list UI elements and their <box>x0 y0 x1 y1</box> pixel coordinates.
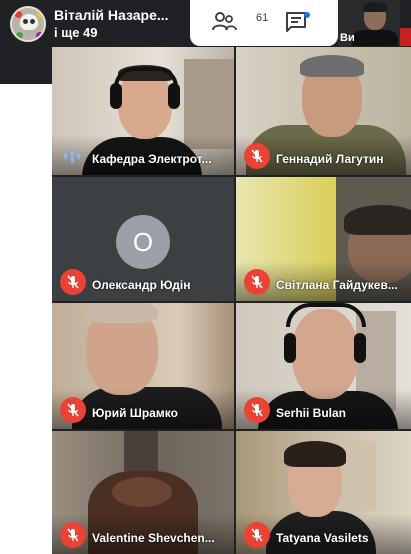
mic-off-badge <box>244 397 270 423</box>
participant-count: 61 <box>256 12 269 24</box>
more-participants-label: і ще 49 <box>54 25 98 40</box>
participant-tile[interactable]: Світлана Гайдукев... <box>236 177 411 301</box>
participant-tile[interactable]: О Олександр Юдін <box>52 177 234 301</box>
participant-name: Кафедра Электрот... <box>92 152 212 166</box>
mic-off-badge <box>244 269 270 295</box>
mic-off-icon <box>251 275 263 289</box>
participant-name: Світлана Гайдукев... <box>276 278 398 292</box>
participant-tile[interactable]: Valentine Shevchen... <box>52 431 234 554</box>
mic-off-icon <box>251 149 263 163</box>
mic-off-icon <box>67 275 79 289</box>
people-button[interactable]: 61 <box>212 10 268 36</box>
mic-off-icon <box>67 403 79 417</box>
unread-dot <box>304 12 310 18</box>
participant-name: Tatyana Vasilets <box>276 531 369 545</box>
meeting-controls: 61 <box>190 0 338 46</box>
participant-name: Valentine Shevchen... <box>92 531 215 545</box>
mic-off-badge <box>244 143 270 169</box>
mic-off-badge <box>60 522 86 548</box>
participant-name: Геннадий Лагутин <box>276 152 384 166</box>
self-view-label: Ви <box>340 32 355 44</box>
participant-name: Олександр Юдін <box>92 278 191 292</box>
presenter-name: Віталій Назаре... <box>54 7 169 23</box>
participant-avatar: О <box>116 215 170 269</box>
mic-off-icon <box>67 528 79 542</box>
presenter-chip[interactable]: Віталій Назаре... і ще 49 <box>10 6 169 42</box>
mic-off-badge <box>60 269 86 295</box>
presenter-avatar <box>10 6 46 42</box>
people-icon <box>212 12 237 31</box>
mic-off-badge <box>244 522 270 548</box>
participant-tile[interactable]: Tatyana Vasilets <box>236 431 411 554</box>
mic-off-icon <box>251 528 263 542</box>
participant-tile[interactable]: Геннадий Лагутин <box>236 47 411 175</box>
left-margin <box>0 84 52 554</box>
chat-button[interactable] <box>284 10 314 36</box>
participant-grid: Кафедра Электрот... Геннадий Лагутин О О… <box>52 47 411 554</box>
participant-tile[interactable]: Юрий Шрамко <box>52 303 234 429</box>
speaking-indicator <box>64 148 80 164</box>
mic-off-icon <box>251 403 263 417</box>
participant-tile[interactable]: Кафедра Электрот... <box>52 47 234 175</box>
participant-name: Юрий Шрамко <box>92 406 178 420</box>
participant-name: Serhii Bulan <box>276 406 347 420</box>
mic-off-badge <box>60 397 86 423</box>
self-view-tile[interactable]: Ви <box>338 0 400 46</box>
participant-tile[interactable]: Serhii Bulan <box>236 303 411 429</box>
self-view-edge <box>400 28 411 46</box>
